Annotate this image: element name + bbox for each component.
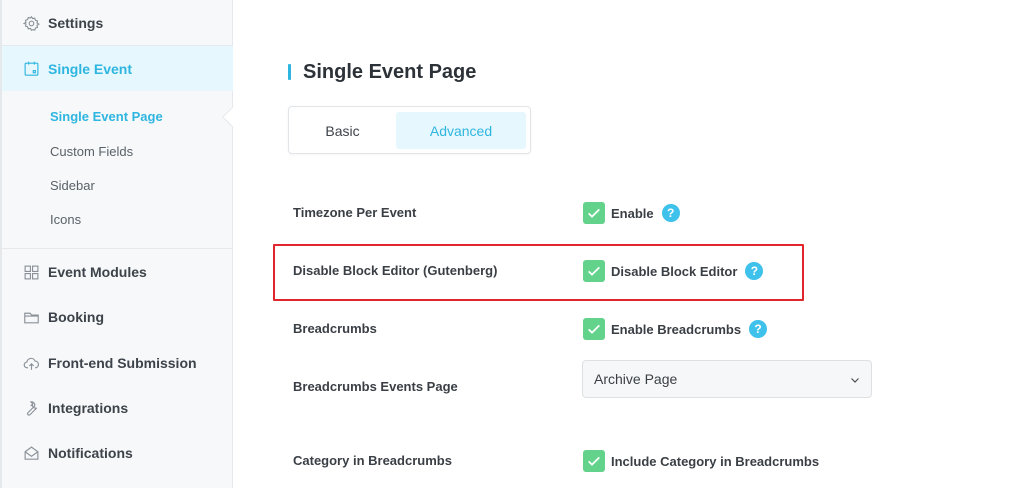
sidebar-item-integrations[interactable]: Integrations xyxy=(2,386,233,430)
breadcrumbs-events-page-select[interactable]: Archive Page xyxy=(582,360,872,398)
setting-label: Breadcrumbs xyxy=(293,321,377,336)
sidebar-item-event-modules[interactable]: Event Modules xyxy=(2,250,233,294)
check-icon xyxy=(588,208,600,218)
sidebar-item-booking[interactable]: Booking xyxy=(2,295,233,339)
help-icon[interactable]: ? xyxy=(661,204,680,222)
setting-row-timezone: Timezone Per Event Enable ? xyxy=(293,198,893,228)
tab-basic[interactable]: Basic xyxy=(295,112,390,149)
sidebar-item-label: Booking xyxy=(48,309,104,325)
subnav-item-sidebar[interactable]: Sidebar xyxy=(50,177,95,195)
setting-label: Breadcrumbs Events Page xyxy=(293,379,458,394)
check-icon xyxy=(588,456,600,466)
sidebar-item-label: Settings xyxy=(48,15,104,31)
sidebar-item-single-event[interactable]: Single Event xyxy=(2,46,233,91)
checkbox-label: Enable xyxy=(611,205,654,221)
highlight-box xyxy=(273,244,804,301)
sidebar-item-label: Integrations xyxy=(48,400,129,416)
help-icon[interactable]: ? xyxy=(749,320,768,338)
setting-row-breadcrumbs: Breadcrumbs Enable Breadcrumbs ? xyxy=(293,314,893,344)
chevron-down-icon xyxy=(851,378,859,383)
subnav-item-single-event-page[interactable]: Single Event Page xyxy=(50,108,163,126)
grid-icon xyxy=(22,263,40,281)
category-breadcrumbs-checkbox[interactable] xyxy=(583,450,605,472)
check-icon xyxy=(588,324,600,334)
setting-label: Timezone Per Event xyxy=(293,205,417,220)
subnav-item-icons[interactable]: Icons xyxy=(50,211,81,229)
checkbox-label: Enable Breadcrumbs xyxy=(611,321,742,337)
sidebar-item-label: Single Event xyxy=(48,60,133,77)
folder-icon xyxy=(22,308,40,326)
sidebar-item-label: Event Modules xyxy=(48,264,147,280)
tab-advanced[interactable]: Advanced xyxy=(396,112,526,149)
setting-row-breadcrumbs-events-page: Breadcrumbs Events Page Archive Page xyxy=(293,360,893,402)
sidebar-item-label: Front-end Submission xyxy=(48,355,197,371)
select-value: Archive Page xyxy=(594,371,678,387)
envelope-icon xyxy=(22,444,40,462)
setting-row-category-in-breadcrumbs: Category in Breadcrumbs Include Category… xyxy=(293,446,893,476)
calendar-icon xyxy=(22,60,40,78)
divider xyxy=(2,248,233,249)
timezone-checkbox[interactable] xyxy=(583,202,605,224)
setting-label: Category in Breadcrumbs xyxy=(293,453,452,468)
page-title-text: Single Event Page xyxy=(303,60,477,83)
cloud-upload-icon xyxy=(22,354,40,372)
title-accent-bar xyxy=(288,64,291,80)
breadcrumbs-checkbox[interactable] xyxy=(583,318,605,340)
checkbox-label: Include Category in Breadcrumbs xyxy=(611,453,820,469)
page-title: Single Event Page xyxy=(288,60,476,84)
sidebar-item-front-end-submission[interactable]: Front-end Submission xyxy=(2,341,233,385)
subnav-item-custom-fields[interactable]: Custom Fields xyxy=(50,143,133,161)
wrench-icon xyxy=(22,399,40,417)
sidebar-item-settings[interactable]: Settings xyxy=(2,1,233,45)
sidebar: Settings Single Event Single Event Page … xyxy=(0,0,233,488)
sidebar-item-label: Notifications xyxy=(48,445,133,461)
gear-icon xyxy=(22,14,40,32)
sidebar-item-notifications[interactable]: Notifications xyxy=(2,431,233,475)
tab-bar: Basic Advanced xyxy=(288,106,531,154)
